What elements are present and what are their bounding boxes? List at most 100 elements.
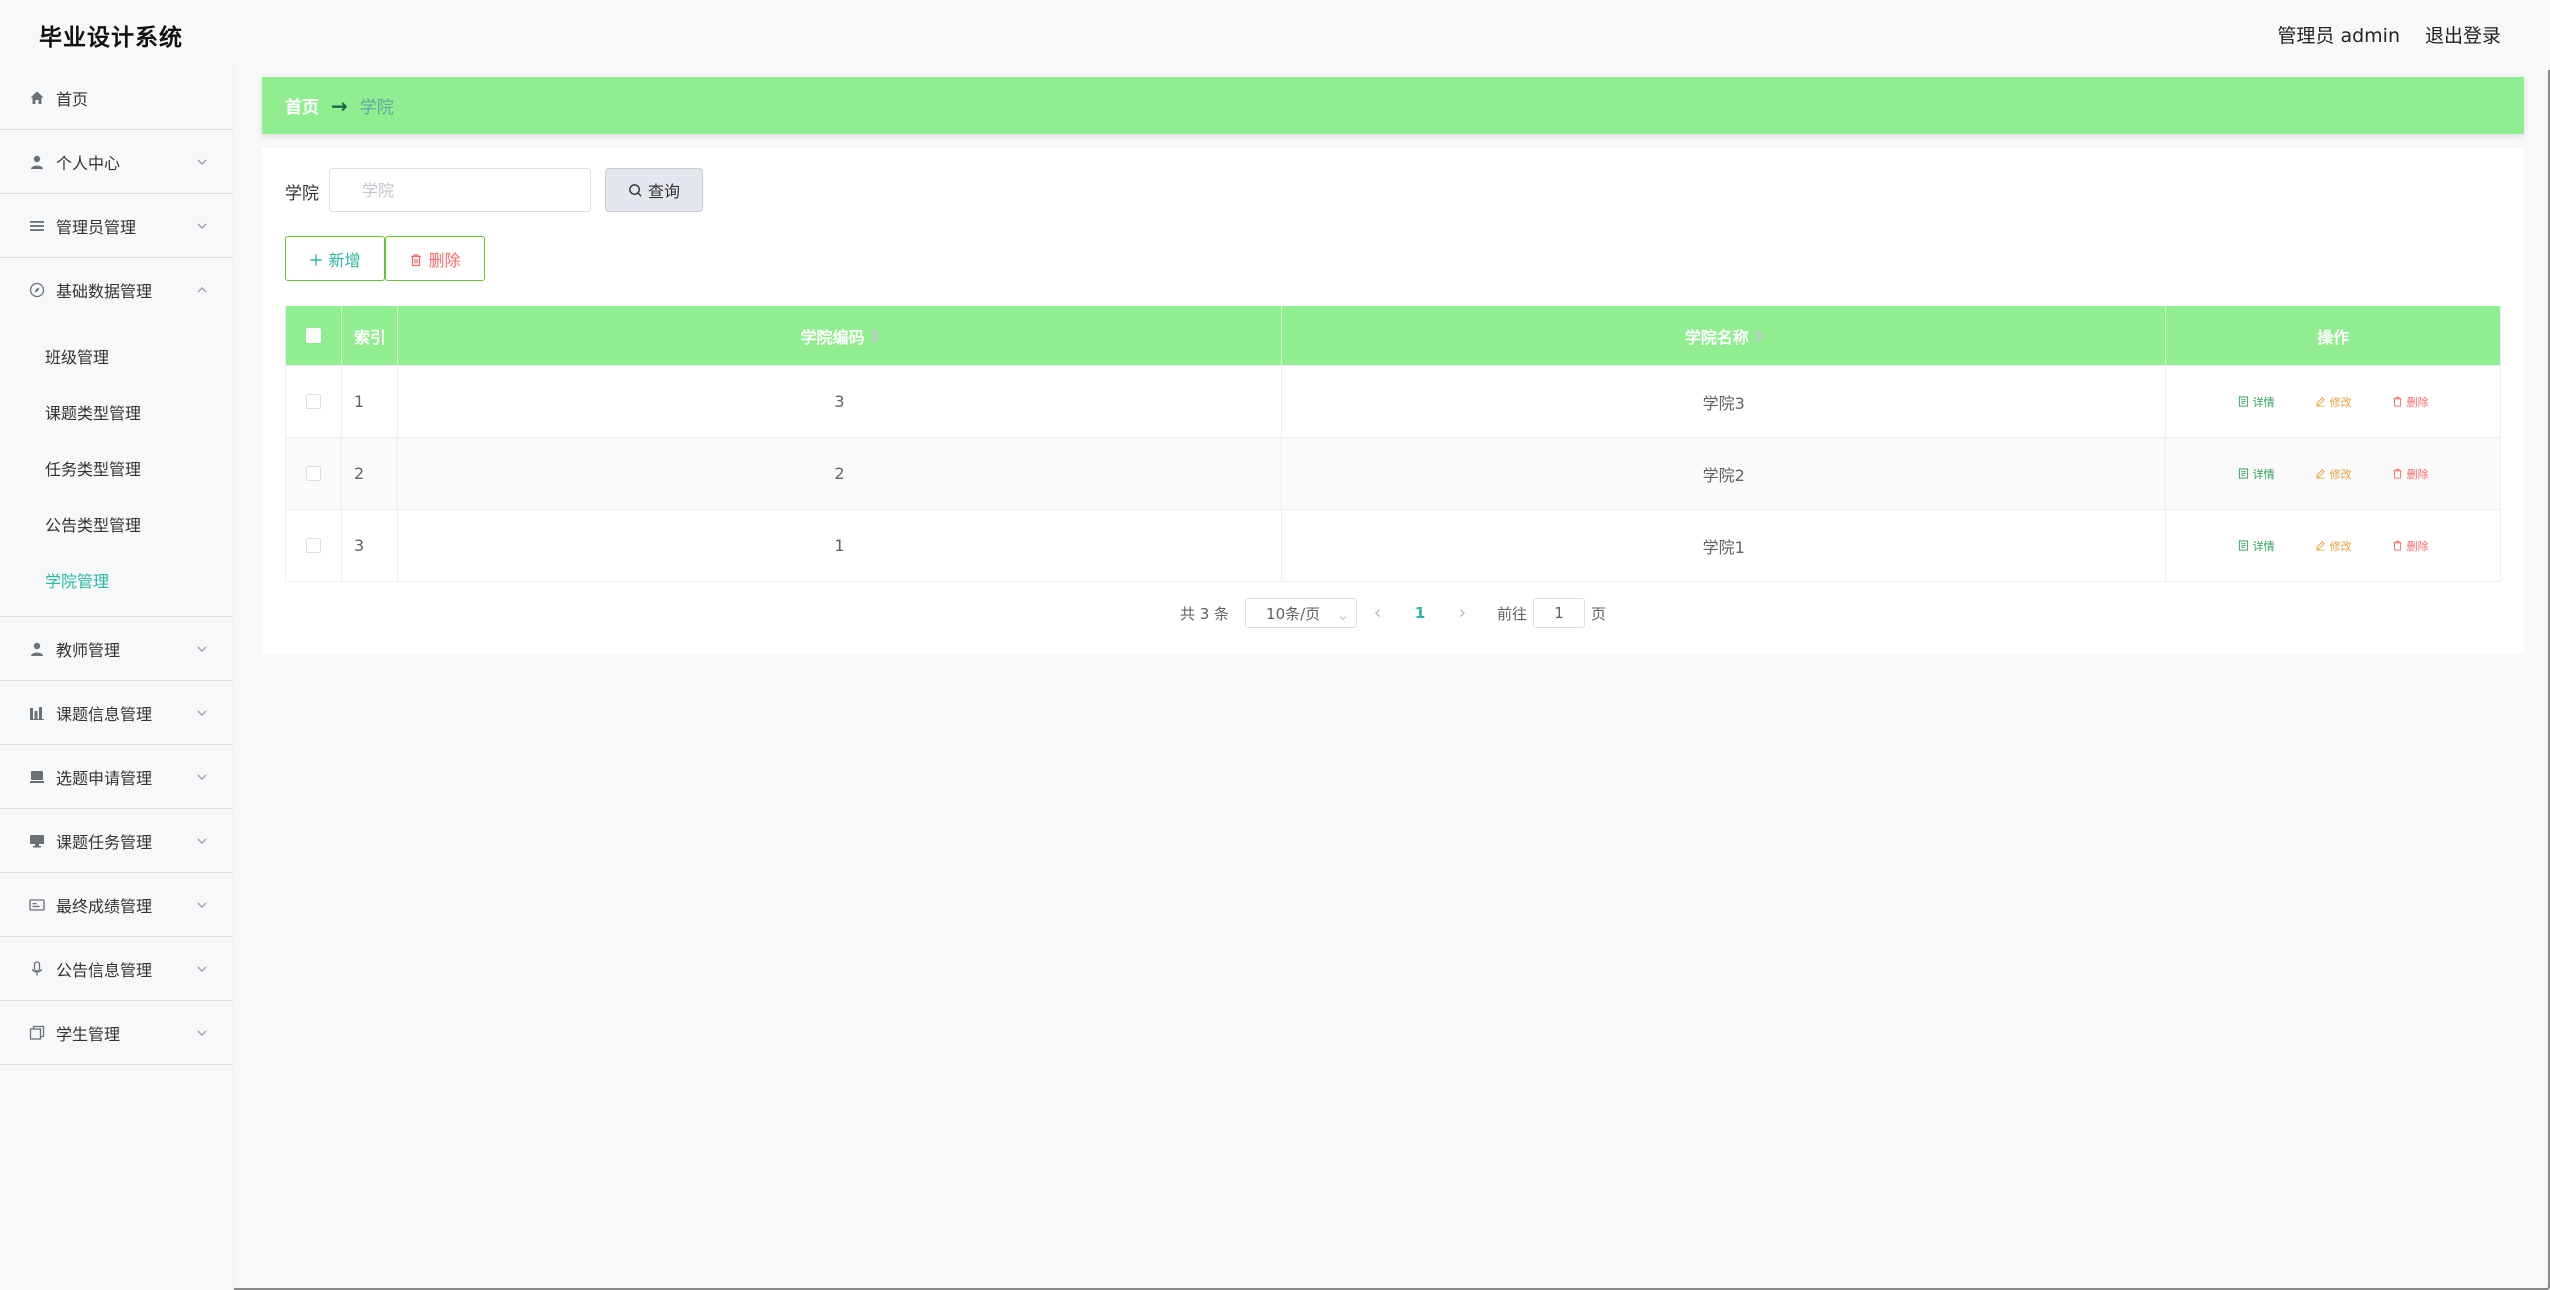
card-icon [28, 896, 46, 914]
sidebar-item-profile[interactable]: 个人中心 [0, 130, 233, 194]
edit-button[interactable]: 修改 [2315, 466, 2352, 482]
column-header-code[interactable]: 学院编码 [398, 306, 1283, 365]
sidebar-item-label: 课题信息管理 [56, 704, 153, 724]
row-code: 2 [398, 438, 1283, 509]
sidebar-subitem-topic-type[interactable]: 课题类型管理 [0, 384, 233, 440]
row-ops: 详情 修改 删除 [2166, 366, 2500, 437]
edit-icon [2315, 469, 2325, 479]
page-size-value: 10条/页 [1266, 604, 1321, 623]
chevron-down-icon [195, 154, 209, 168]
sort-icon[interactable] [1754, 329, 1763, 342]
trash-icon [409, 252, 423, 266]
sidebar-item-topic-info[interactable]: 课题信息管理 [0, 681, 233, 745]
basic-data-submenu: 班级管理 课题类型管理 任务类型管理 公告类型管理 学院管理 [0, 322, 233, 617]
sidebar-item-admin[interactable]: 管理员管理 [0, 194, 233, 258]
sidebar-subitem-college[interactable]: 学院管理 [0, 552, 233, 608]
trash-icon [2393, 540, 2402, 551]
sidebar-item-student[interactable]: 学生管理 [0, 1001, 233, 1065]
pagination-total: 共 3 条 [1179, 604, 1230, 623]
page-number-current[interactable]: 1 [1405, 598, 1435, 628]
goto-suffix: 页 [1591, 604, 1607, 623]
sidebar-item-notice-info[interactable]: 公告信息管理 [0, 937, 233, 1001]
top-header: 毕业设计系统 管理员 admin 退出登录 [0, 0, 2550, 70]
edit-button[interactable]: 修改 [2315, 538, 2352, 554]
detail-button[interactable]: 详情 [2238, 466, 2275, 482]
sidebar-item-label: 课题任务管理 [56, 832, 153, 852]
delete-button[interactable]: 删除 [2392, 538, 2429, 554]
sidebar-subitem-notice-type[interactable]: 公告类型管理 [0, 496, 233, 552]
sidebar-item-label: 选题申请管理 [56, 768, 153, 788]
detail-button[interactable]: 详情 [2238, 394, 2275, 410]
goto-page-input[interactable] [1533, 598, 1586, 628]
sidebar-item-basic-data[interactable]: 基础数据管理 [0, 258, 233, 322]
table-header: 索引 学院编码 学院名称 操作 [286, 306, 2500, 365]
delete-button-label: 删除 [2406, 395, 2429, 409]
chevron-down-icon [195, 705, 209, 719]
sidebar-item-label: 首页 [56, 89, 89, 109]
breadcrumb-current: 学院 [359, 98, 394, 118]
current-user-label: 管理员 admin [2277, 25, 2400, 47]
user-icon [28, 153, 46, 171]
chevron-down-icon [195, 641, 209, 655]
sidebar-item-teacher[interactable]: 教师管理 [0, 617, 233, 681]
next-page-button[interactable] [1447, 598, 1477, 628]
prev-page-button[interactable] [1363, 598, 1393, 628]
monitor-icon [28, 832, 46, 850]
logout-link[interactable]: 退出登录 [2425, 21, 2501, 48]
edit-button-label: 修改 [2329, 467, 2352, 481]
breadcrumb-separator: → [331, 93, 348, 118]
batch-delete-button[interactable]: 删除 [385, 236, 485, 281]
select-all-checkbox[interactable] [305, 328, 321, 343]
chevron-down-icon [195, 961, 209, 975]
batch-delete-button-label: 删除 [428, 250, 461, 270]
row-checkbox[interactable] [305, 466, 321, 481]
delete-button[interactable]: 删除 [2392, 466, 2429, 482]
row-checkbox[interactable] [305, 538, 321, 553]
sidebar-item-label: 基础数据管理 [56, 282, 153, 301]
page-size-select[interactable]: 10条/页 [1245, 598, 1358, 628]
sidebar-item-topic-apply[interactable]: 选题申请管理 [0, 745, 233, 809]
chevron-down-icon [195, 1025, 209, 1039]
sidebar-item-label: 公告信息管理 [56, 960, 153, 980]
column-header-name-label: 学院名称 [1684, 327, 1749, 347]
goto-label: 前往 [1497, 604, 1528, 623]
query-button-label: 查询 [647, 182, 680, 201]
row-ops: 详情 修改 删除 [2166, 438, 2500, 509]
college-search-input[interactable] [329, 168, 591, 212]
select-all-cell [286, 306, 342, 365]
search-field-label: 学院 [285, 184, 319, 204]
row-ops: 详情 修改 删除 [2166, 510, 2500, 581]
list-icon [28, 217, 46, 235]
sidebar: 首页 个人中心 管理员管理 基础数据管理 班级管理 课题类型管理 任务类型管理 … [0, 66, 234, 1290]
chevron-down-icon [195, 833, 209, 847]
edit-icon [2315, 541, 2325, 551]
plus-icon [309, 252, 323, 266]
compass-icon [28, 281, 46, 299]
row-name: 学院2 [1282, 438, 2167, 509]
sidebar-item-home[interactable]: 首页 [0, 66, 233, 130]
edit-button[interactable]: 修改 [2315, 394, 2352, 410]
delete-button[interactable]: 删除 [2392, 394, 2429, 410]
column-header-name[interactable]: 学院名称 [1282, 306, 2167, 365]
detail-button[interactable]: 详情 [2238, 538, 2275, 554]
sidebar-item-final-score[interactable]: 最终成绩管理 [0, 873, 233, 937]
sidebar-subitem-task-type[interactable]: 任务类型管理 [0, 440, 233, 496]
edit-button-label: 修改 [2329, 395, 2352, 409]
sort-icon[interactable] [870, 329, 879, 342]
query-button[interactable]: 查询 [605, 168, 703, 212]
breadcrumb-home-link[interactable]: 首页 [285, 93, 319, 118]
edit-icon [2315, 397, 2325, 407]
search-icon [628, 183, 643, 198]
delete-button-label: 删除 [2406, 467, 2429, 481]
add-button[interactable]: 新增 [285, 236, 385, 281]
row-checkbox[interactable] [305, 394, 321, 409]
sidebar-subitem-class[interactable]: 班级管理 [0, 328, 233, 384]
table-row: 1 3 学院3 详情 修改 删除 [286, 365, 2500, 437]
document-icon [2238, 468, 2248, 479]
microphone-icon [28, 960, 46, 978]
detail-button-label: 详情 [2252, 467, 2275, 481]
pagination: 共 3 条 10条/页 1 前往 页 [262, 598, 2524, 628]
chevron-down-icon [195, 897, 209, 911]
main-content-card: 学院 查询 新增 删除 索引 学院编码 学院名称 [262, 148, 2524, 654]
sidebar-item-topic-task[interactable]: 课题任务管理 [0, 809, 233, 873]
